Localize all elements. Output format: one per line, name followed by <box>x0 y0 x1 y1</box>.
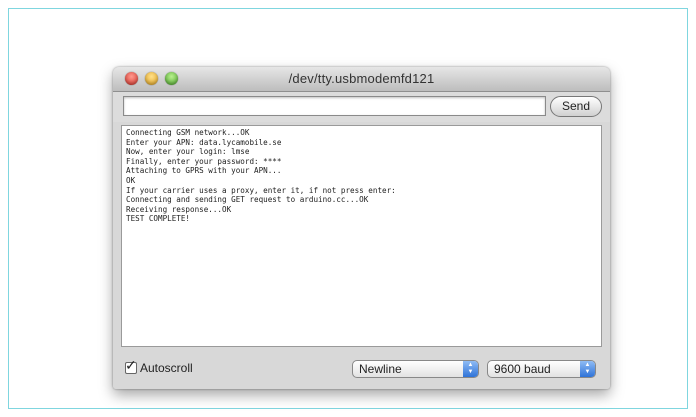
console-line: Enter your APN: data.lycamobile.se <box>126 137 282 147</box>
line-ending-select[interactable]: Newline ▲ ▼ <box>352 360 479 378</box>
console-line: TEST COMPLETE! <box>126 214 191 224</box>
console-line: Attaching to GPRS with your APN... <box>126 166 282 176</box>
updown-arrows-icon: ▲ ▼ <box>463 361 478 377</box>
title-bar[interactable]: /dev/tty.usbmodemfd121 <box>113 67 610 92</box>
serial-output-console[interactable]: Connecting GSM network...OK Enter your A… <box>121 125 602 347</box>
autoscroll-checkbox[interactable]: ✓ <box>125 358 137 374</box>
autoscroll-label: Autoscroll <box>140 361 193 375</box>
console-line: Receiving response...OK <box>126 204 232 214</box>
line-ending-value: Newline <box>359 362 402 376</box>
baud-rate-value: 9600 baud <box>494 362 551 376</box>
baud-rate-select[interactable]: 9600 baud ▲ ▼ <box>487 360 596 378</box>
figure-frame: /dev/tty.usbmodemfd121 Send Connecting G… <box>8 8 688 409</box>
console-line: Connecting and sending GET request to ar… <box>126 195 369 205</box>
updown-arrows-icon: ▲ ▼ <box>580 361 595 377</box>
serial-send-input[interactable] <box>123 96 546 116</box>
console-line: Now, enter your login: lmse <box>126 147 250 157</box>
status-bar: ✓ Autoscroll Newline ▲ ▼ 9600 baud ▲ ▼ <box>113 350 610 389</box>
window-title: /dev/tty.usbmodemfd121 <box>288 71 435 86</box>
console-line: If your carrier uses a proxy, enter it, … <box>126 185 396 195</box>
autoscroll-toggle[interactable]: ✓ Autoscroll <box>125 358 193 376</box>
send-button[interactable]: Send <box>550 96 602 117</box>
serial-monitor-window: /dev/tty.usbmodemfd121 Send Connecting G… <box>113 67 610 389</box>
console-line: Finally, enter your password: **** <box>126 156 282 166</box>
console-line: OK <box>126 175 136 185</box>
send-toolbar: Send <box>113 92 610 122</box>
console-line: Connecting GSM network...OK <box>126 128 250 137</box>
check-icon: ✓ <box>125 357 137 373</box>
